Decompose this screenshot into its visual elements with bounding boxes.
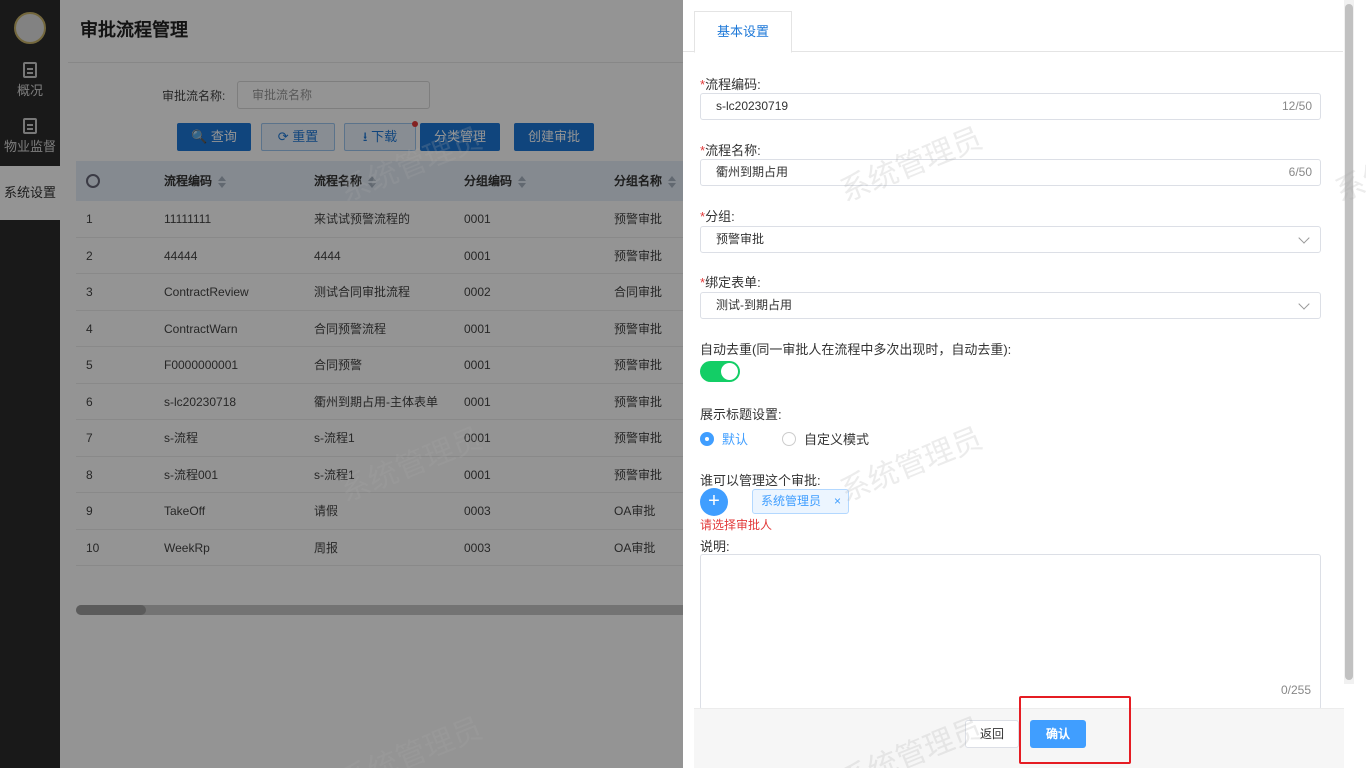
chevron-down-icon: [1298, 298, 1310, 310]
tab-bar: 基本设置: [683, 0, 1343, 53]
back-button[interactable]: 返回: [965, 720, 1019, 748]
description-textarea[interactable]: 0/255: [700, 554, 1321, 710]
radio-unchecked-icon: [782, 432, 796, 446]
chevron-down-icon: [1298, 232, 1310, 244]
title-setting-label: 展示标题设置:: [700, 407, 782, 422]
edit-drawer: 基本设置 *流程编码: s-lc20230719 12/50 *流程名称: 衢州…: [683, 0, 1366, 768]
radio-default[interactable]: 默认: [700, 429, 748, 448]
close-icon[interactable]: ×: [834, 490, 841, 513]
group-label: *分组:: [700, 209, 735, 224]
modal-overlay[interactable]: [0, 0, 683, 768]
description-label: 说明:: [700, 539, 730, 554]
plus-icon: +: [708, 490, 720, 512]
form-select[interactable]: 测试-到期占用: [700, 292, 1321, 319]
dedupe-label: 自动去重(同一审批人在流程中多次出现时，自动去重):: [700, 342, 1012, 357]
process-code-label: *流程编码:: [700, 77, 761, 92]
group-select[interactable]: 预警审批: [700, 226, 1321, 253]
tab-basic-settings[interactable]: 基本设置: [694, 11, 792, 53]
add-manager-button[interactable]: +: [700, 488, 728, 516]
scrollbar-thumb[interactable]: [1345, 4, 1353, 680]
radio-checked-icon: [700, 432, 714, 446]
char-counter: 6/50: [1288, 165, 1312, 179]
managers-label: 谁可以管理这个审批:: [700, 473, 821, 488]
validation-error: 请选择审批人: [700, 518, 773, 532]
char-counter: 0/255: [1280, 683, 1311, 697]
char-counter: 12/50: [1281, 99, 1312, 113]
process-name-input[interactable]: 衢州到期占用 6/50: [700, 159, 1321, 186]
vertical-scrollbar[interactable]: [1344, 0, 1354, 684]
dedupe-toggle[interactable]: [700, 361, 740, 382]
toggle-knob: [721, 363, 738, 380]
radio-custom-mode[interactable]: 自定义模式: [782, 429, 869, 448]
highlight-box: [1019, 696, 1131, 764]
manager-tag: 系统管理员 ×: [752, 489, 849, 514]
process-code-input[interactable]: s-lc20230719 12/50: [700, 93, 1321, 120]
form-label: *绑定表单:: [700, 275, 761, 290]
process-name-label: *流程名称:: [700, 143, 761, 158]
